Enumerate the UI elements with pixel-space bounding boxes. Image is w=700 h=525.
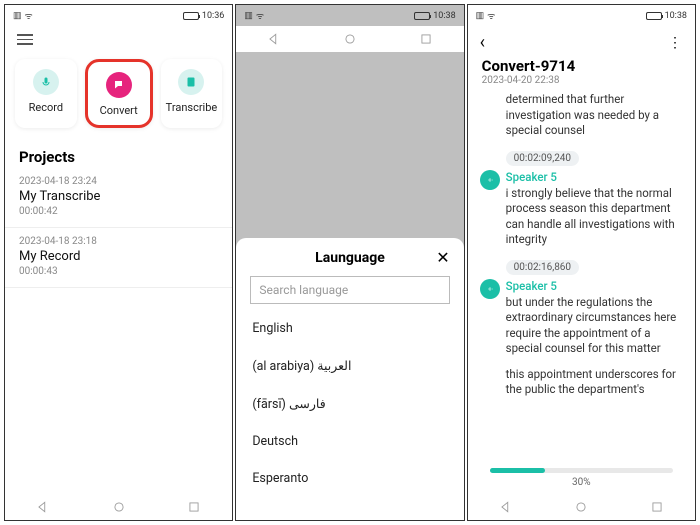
phone-screen-transcript: ▥ ᯤ 10:38 ‹ ⋮ Convert-9714 2023-04-20 22… [467, 4, 696, 521]
status-bar: ▥ ᯤ 10:36 [5, 5, 232, 26]
sheet-title: Launguage [315, 250, 385, 266]
transcribe-button[interactable]: Transcribe [161, 59, 223, 128]
language-list: English (al arabiya) العربية (fārsī) فار… [250, 310, 449, 520]
page-subtitle: 2023-04-20 22:38 [468, 75, 695, 92]
play-icon[interactable] [480, 170, 500, 190]
nav-home-icon[interactable] [343, 32, 357, 46]
language-option[interactable]: Esperanto [250, 460, 449, 497]
projects-heading: Projects [5, 140, 232, 168]
record-label: Record [29, 101, 63, 114]
project-name: My Record [19, 249, 218, 264]
nav-back-icon[interactable] [267, 32, 281, 46]
nav-home-icon[interactable] [574, 500, 588, 514]
project-duration: 00:00:43 [19, 266, 218, 277]
language-option[interactable]: Deutsch [250, 423, 449, 460]
project-date: 2023-04-18 23:18 [19, 236, 218, 247]
language-option[interactable]: (fārsī) فارسی [250, 385, 449, 423]
utterance-text: determined that further investigation wa… [506, 92, 681, 139]
nav-back-icon[interactable] [499, 500, 513, 514]
android-nav-bar [5, 494, 232, 520]
convert-icon [106, 72, 132, 98]
status-time: 10:36 [202, 11, 224, 21]
status-time: 10:38 [665, 11, 687, 21]
battery-icon [183, 12, 199, 20]
phone-screen-language: ▥ ᯤ 10:38 Launguage ✕ Search language En… [235, 4, 464, 521]
status-bar: ▥ ᯤ 10:38 [468, 5, 695, 26]
convert-button[interactable]: Convert [85, 59, 153, 128]
language-option[interactable]: (al arabiya) العربية [250, 347, 449, 385]
project-item[interactable]: 2023-04-18 23:24 My Transcribe 00:00:42 [5, 168, 232, 228]
speaker-label: Speaker 5 [506, 279, 681, 293]
record-button[interactable]: Record [15, 59, 77, 128]
status-bar: ▥ ᯤ 10:38 [236, 5, 463, 26]
wifi-icon: ᯤ [487, 9, 495, 22]
transcript-block: Speaker 5 but under the regulations the … [482, 279, 681, 357]
convert-label: Convert [100, 104, 138, 117]
search-input[interactable]: Search language [250, 276, 449, 304]
mic-icon [33, 69, 59, 95]
close-icon[interactable]: ✕ [436, 250, 449, 266]
nav-recent-icon[interactable] [187, 500, 201, 514]
timestamp-chip: 00:02:16,860 [506, 260, 579, 275]
wifi-icon: ᯤ [25, 9, 33, 22]
project-item[interactable]: 2023-04-18 23:18 My Record 00:00:43 [5, 228, 232, 288]
transcript-body: determined that further investigation wa… [468, 92, 695, 458]
transcribe-label: Transcribe [166, 101, 218, 114]
more-icon[interactable]: ⋮ [668, 35, 683, 51]
progress-bar: 30% [468, 458, 695, 494]
transcript-block: Speaker 5 i strongly believe that the no… [482, 170, 681, 248]
timestamp-chip: 00:02:09,240 [506, 151, 579, 166]
project-date: 2023-04-18 23:24 [19, 176, 218, 187]
phone-screen-home: ▥ ᯤ 10:36 Record Convert Transcribe [4, 4, 233, 521]
signal-icon: ▥ [13, 11, 22, 21]
language-sheet: Launguage ✕ Search language English (al … [236, 238, 463, 520]
nav-recent-icon[interactable] [419, 32, 433, 46]
transcribe-icon [178, 69, 204, 95]
battery-icon [414, 12, 430, 20]
project-duration: 00:00:42 [19, 206, 218, 217]
android-nav-bar [236, 26, 463, 52]
play-icon[interactable] [480, 279, 500, 299]
project-name: My Transcribe [19, 189, 218, 204]
speaker-label: Speaker 5 [506, 170, 681, 184]
back-icon[interactable]: ‹ [480, 32, 485, 53]
wifi-icon: ᯤ [256, 9, 264, 22]
page-title: Convert-9714 [468, 57, 695, 75]
utterance-text: i strongly believe that the normal proce… [506, 186, 681, 248]
signal-icon: ▥ [476, 11, 485, 21]
nav-recent-icon[interactable] [650, 500, 664, 514]
menu-icon[interactable] [17, 34, 33, 45]
android-nav-bar [468, 494, 695, 520]
progress-label: 30% [490, 477, 673, 488]
utterance-text: but under the regulations the extraordin… [506, 295, 681, 357]
utterance-text: this appointment underscores for the pub… [482, 367, 681, 398]
status-time: 10:38 [433, 11, 455, 21]
nav-home-icon[interactable] [112, 500, 126, 514]
signal-icon: ▥ [244, 11, 253, 21]
battery-icon [646, 12, 662, 20]
language-option[interactable]: English [250, 310, 449, 347]
action-row: Record Convert Transcribe [5, 53, 232, 140]
nav-back-icon[interactable] [36, 500, 50, 514]
